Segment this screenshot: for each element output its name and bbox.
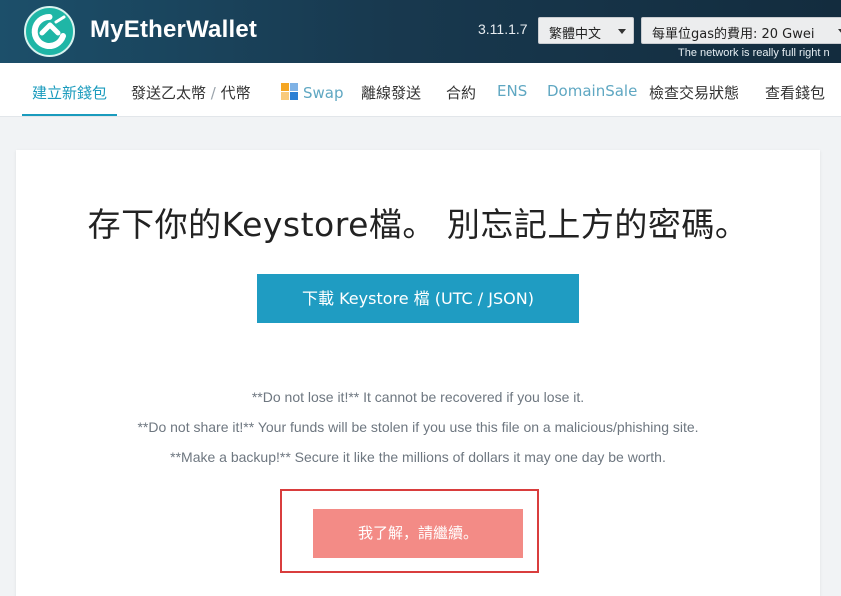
tab-view-wallet[interactable]: 查看錢包: [765, 82, 825, 103]
main-nav: 建立新錢包 發送乙太幣 / 代幣 Swap 離線發送 合約 ENS Domain…: [0, 63, 841, 117]
tab-tokens-label: 代幣: [220, 84, 251, 102]
network-status-note: The network is really full right n: [678, 47, 830, 59]
continue-button[interactable]: 我了解，請繼續。: [313, 509, 523, 558]
gas-price-dropdown[interactable]: 每單位gas的費用: 20 Gwei: [641, 17, 841, 44]
warning-do-not-share: **Do not share it!** Your funds will be …: [137, 419, 699, 435]
gas-selected: 每單位gas的費用: 20 Gwei: [652, 27, 815, 42]
tab-contracts[interactable]: 合約: [446, 82, 476, 103]
warning-make-backup: **Make a backup!** Secure it like the mi…: [170, 449, 666, 465]
tab-offline-transaction[interactable]: 離線發送: [361, 82, 421, 103]
language-selected: 繁體中文: [549, 27, 602, 42]
brand-name[interactable]: MyEtherWallet: [90, 16, 257, 44]
mew-logo-icon[interactable]: [24, 6, 75, 57]
tab-domainsale[interactable]: DomainSale: [547, 82, 637, 100]
swap-icon: [280, 82, 299, 101]
tab-separator: /: [210, 84, 216, 102]
language-dropdown[interactable]: 繁體中文: [538, 17, 634, 44]
page-title: 存下你的Keystore檔。 別忘記上方的密碼。: [87, 205, 749, 244]
top-header: MyEtherWallet 3.11.1.7 繁體中文 每單位gas的費用: 2…: [0, 0, 841, 63]
tab-send-ether-label: 發送乙太幣: [131, 84, 207, 102]
tab-check-tx-status[interactable]: 檢查交易狀態: [649, 82, 739, 103]
tab-swap[interactable]: Swap: [280, 82, 344, 102]
chevron-down-icon: [618, 29, 626, 34]
warning-do-not-lose: **Do not lose it!** It cannot be recover…: [251, 389, 585, 405]
save-keystore-card: 存下你的Keystore檔。 別忘記上方的密碼。 下載 Keystore 檔 (…: [16, 150, 820, 596]
version-label: 3.11.1.7: [478, 21, 528, 37]
tab-send-ether-tokens[interactable]: 發送乙太幣 / 代幣: [131, 82, 251, 103]
tab-ens[interactable]: ENS: [497, 82, 527, 100]
download-keystore-button[interactable]: 下載 Keystore 檔 (UTC / JSON): [257, 274, 579, 323]
tab-swap-label: Swap: [303, 84, 344, 102]
tab-generate-wallet[interactable]: 建立新錢包: [21, 82, 118, 116]
